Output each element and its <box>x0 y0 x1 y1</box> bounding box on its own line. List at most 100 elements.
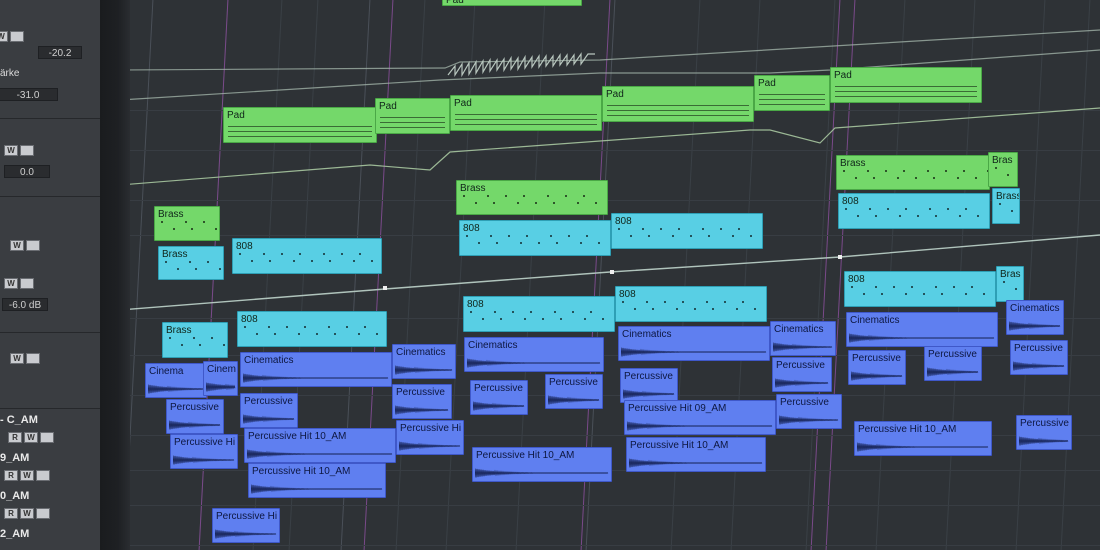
track-name-2[interactable]: 9_AM <box>0 452 29 464</box>
track-name-1[interactable]: - C_AM <box>0 414 38 426</box>
pad-clip[interactable]: Pad <box>223 107 377 143</box>
pad-clip[interactable]: Pad <box>602 86 754 122</box>
percussive-clip[interactable]: Percussive <box>470 380 528 415</box>
pad-clip[interactable]: Pad <box>754 75 830 111</box>
cinematics-clip[interactable]: Cinematics <box>392 344 456 379</box>
ph-clip[interactable]: Percussive Hi <box>212 508 280 543</box>
pad-clip[interactable]: Pad <box>442 0 582 6</box>
edit-button[interactable] <box>40 432 54 443</box>
cinem-clip[interactable]: Cinem <box>203 361 238 396</box>
midi-note <box>520 242 522 244</box>
volume-value-field[interactable]: -20.2 <box>38 46 82 59</box>
rw-buttons-2[interactable]: W <box>4 145 34 156</box>
brass-clip[interactable]: Brass <box>158 246 224 280</box>
waveform <box>399 441 461 451</box>
percussive-clip[interactable]: Percussive <box>924 346 982 381</box>
cinema-clip[interactable]: Cinema <box>145 363 207 398</box>
track-name-4[interactable]: 2_AM <box>0 528 29 540</box>
write-button[interactable]: W <box>4 278 18 289</box>
pad-clip[interactable]: Pad <box>450 95 602 131</box>
c808-clip[interactable]: 808 <box>844 271 996 307</box>
read-button[interactable] <box>10 31 24 42</box>
cinematics-clip[interactable]: Cinematics <box>1006 300 1064 335</box>
c808-clip[interactable]: 808 <box>615 286 767 322</box>
cinematics-clip[interactable]: Cinematics <box>240 352 392 387</box>
cinematics-clip[interactable]: Cinematics <box>618 326 770 361</box>
rw-buttons-5[interactable]: W <box>10 353 40 364</box>
ph10-clip[interactable]: Percussive Hit 10_AM <box>854 421 992 456</box>
midi-note <box>867 170 869 172</box>
percussive-clip[interactable]: Percussive <box>772 357 832 392</box>
percussive-clip[interactable]: Percussive <box>392 384 452 419</box>
percussive-clip[interactable]: Percussive <box>848 350 906 385</box>
arrangement-area[interactable]: Pad Pad Pad Pad Pad Pad Pad Brass Brass Brass Bras… <box>130 0 1100 550</box>
bras-clip[interactable]: Bras <box>988 152 1018 187</box>
write-button[interactable]: W <box>0 31 8 42</box>
ph-clip[interactable]: Percussive Hi <box>396 420 464 455</box>
brass-clip[interactable]: Brass <box>154 206 220 241</box>
read-button[interactable]: R <box>4 470 18 481</box>
percussive-clip[interactable]: Percussive <box>620 368 678 403</box>
write-button[interactable]: W <box>10 353 24 364</box>
pad-clip[interactable]: Pad <box>375 98 450 134</box>
gain-value-field[interactable]: -6.0 dB <box>2 298 48 311</box>
c808-clip[interactable]: 808 <box>838 193 990 229</box>
edit-button[interactable] <box>36 470 50 481</box>
c808-clip[interactable]: 808 <box>232 238 382 274</box>
ph10-clip[interactable]: Percussive Hit 10_AM <box>472 447 612 482</box>
pan-value-field[interactable]: 0.0 <box>4 165 50 178</box>
percussive-clip[interactable]: Percussive <box>1016 415 1072 450</box>
staerke-value-field[interactable]: -31.0 <box>0 88 58 101</box>
percussive-clip[interactable]: Percussive <box>1010 340 1068 375</box>
cinematics-clip[interactable]: Cinematics <box>770 321 836 356</box>
percussive-clip[interactable]: Percussive <box>776 394 842 429</box>
percussive-clip[interactable]: Percussive <box>166 399 224 434</box>
write-button[interactable]: W <box>20 470 34 481</box>
read-button[interactable] <box>26 240 40 251</box>
rw-buttons[interactable]: W <box>0 31 24 42</box>
write-button[interactable]: W <box>10 240 24 251</box>
read-button[interactable]: R <box>8 432 22 443</box>
midi-note <box>508 235 510 237</box>
rw-buttons-8[interactable]: R W <box>4 508 50 519</box>
midi-note <box>359 253 361 255</box>
edit-button[interactable] <box>36 508 50 519</box>
read-button[interactable] <box>20 278 34 289</box>
rw-buttons-4[interactable]: W <box>4 278 34 289</box>
brass_short-clip[interactable]: Brass <box>992 188 1020 224</box>
clip-name: Percussive <box>776 360 825 371</box>
panel-divider[interactable] <box>100 0 130 550</box>
brass-clip[interactable]: Brass <box>162 322 228 358</box>
read-button[interactable]: R <box>4 508 18 519</box>
percussive-clip[interactable]: Percussive <box>545 374 603 409</box>
rw-buttons-6[interactable]: R W <box>8 432 54 443</box>
ph10-clip[interactable]: Percussive Hit 10_AM <box>244 428 396 463</box>
rw-buttons-7[interactable]: R W <box>4 470 50 481</box>
pad-clip[interactable]: Pad <box>830 67 982 103</box>
write-button[interactable]: W <box>4 145 18 156</box>
midi-note <box>329 260 331 262</box>
percussive-clip[interactable]: Percussive <box>240 393 298 428</box>
read-button[interactable] <box>26 353 40 364</box>
cinematics-clip[interactable]: Cinematics <box>846 312 998 347</box>
ph-clip[interactable]: Percussive Hi <box>170 434 238 469</box>
read-button[interactable] <box>20 145 34 156</box>
c808-clip[interactable]: 808 <box>463 296 615 332</box>
brass-clip[interactable]: Brass <box>456 180 608 215</box>
cinematics-clip[interactable]: Cinematics <box>464 337 604 372</box>
ph09-clip[interactable]: Percussive Hit 09_AM <box>624 400 776 435</box>
c808-clip[interactable]: 808 <box>459 220 611 256</box>
ph10-clip[interactable]: Percussive Hit 10_AM <box>626 437 766 472</box>
track-name-3[interactable]: 0_AM <box>0 490 29 502</box>
write-button[interactable]: W <box>20 508 34 519</box>
midi-note <box>496 242 498 244</box>
bras-clip[interactable]: Bras <box>996 266 1024 302</box>
midi-note <box>177 268 179 270</box>
brass-clip[interactable]: Brass <box>836 155 990 190</box>
c808-clip[interactable]: 808 <box>611 213 763 249</box>
c808-clip[interactable]: 808 <box>237 311 387 347</box>
write-button[interactable]: W <box>24 432 38 443</box>
rw-buttons-3[interactable]: W <box>10 240 40 251</box>
midi-note <box>694 308 696 310</box>
ph10-clip[interactable]: Percussive Hit 10_AM <box>248 463 386 498</box>
